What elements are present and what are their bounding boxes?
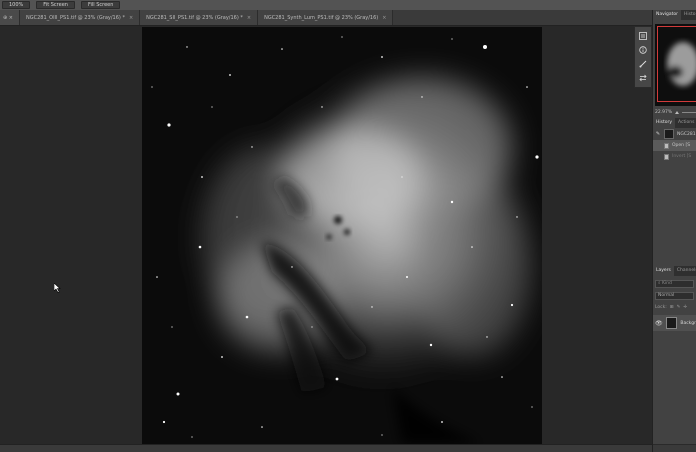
fill-screen-button[interactable]: Fill Screen	[80, 1, 121, 9]
zoom-level[interactable]: 22.97%	[655, 110, 672, 115]
lock-paint-icon[interactable]: ✎	[677, 305, 681, 310]
tab-navigator[interactable]: Navigator	[653, 10, 682, 20]
tab-label: NGC281_Synth_Lum_PS1.tif @ 23% (Gray/16)	[264, 14, 379, 21]
tab-ngc281-synth-lum[interactable]: NGC281_Synth_Lum_PS1.tif @ 23% (Gray/16)…	[258, 10, 394, 25]
zoom-slider[interactable]	[682, 111, 696, 113]
history-state-open[interactable]: Open [S	[653, 140, 696, 151]
close-icon[interactable]: ×	[382, 15, 386, 21]
navigator-thumbnail[interactable]	[655, 24, 696, 106]
info-icon[interactable]	[637, 45, 649, 55]
tab-actions[interactable]: Actions	[675, 118, 696, 128]
brush-settings-icon[interactable]	[637, 59, 649, 69]
tab-current-document[interactable]: ⊕ ×	[0, 10, 20, 25]
history-snapshot[interactable]: ✎ NGC281	[653, 128, 696, 140]
history-state-invert[interactable]: Invert [S	[653, 151, 696, 162]
document-image-nebula[interactable]	[142, 27, 542, 444]
lock-move-icon[interactable]: ✛	[683, 305, 687, 310]
canvas-area[interactable]	[0, 26, 652, 444]
photoshop-window: 100% Fit Screen Fill Screen ⊕ × NGC281_O…	[0, 0, 696, 452]
snapshot-thumbnail	[664, 129, 674, 139]
history-brush-icon[interactable]: ✎	[655, 131, 661, 137]
tab-ngc281-oiii[interactable]: NGC281_OIII_PS1.tif @ 23% (Gray/16) * ×	[20, 10, 141, 25]
navigator-zoom-row: 22.97%	[653, 106, 696, 118]
mouse-cursor-icon	[54, 283, 61, 293]
layer-filter-search[interactable]: ⌕ Kind	[655, 280, 694, 288]
tab-history[interactable]: History	[653, 118, 676, 128]
tab-label: NGC281_OIII_PS1.tif @ 23% (Gray/16) *	[26, 14, 125, 21]
right-panel-dock: Navigator Histo 22.97% History Actions ✎…	[652, 10, 696, 452]
close-icon[interactable]: ×	[247, 15, 251, 21]
navigator-view-box[interactable]	[657, 26, 696, 102]
layers-panel-tabs: Layers Channels	[653, 266, 696, 276]
blend-mode-select[interactable]: Normal	[655, 292, 694, 300]
snapshot-label: NGC281	[677, 131, 696, 137]
history-state-label: Invert [S	[672, 154, 692, 159]
navigator-panel-tabs: Navigator Histo	[653, 10, 696, 20]
nebula-image	[142, 27, 542, 444]
panel-footer	[653, 444, 696, 452]
layer-name: Backgr	[680, 320, 696, 326]
close-icon[interactable]: ×	[129, 15, 133, 21]
tab-histogram[interactable]: Histo	[681, 10, 696, 20]
properties-icon[interactable]	[637, 31, 649, 41]
options-bar: 100% Fit Screen Fill Screen	[0, 0, 696, 10]
layer-thumbnail	[665, 317, 678, 329]
document-tab-bar: ⊕ × NGC281_OIII_PS1.tif @ 23% (Gray/16) …	[0, 10, 652, 26]
lock-pixels-icon[interactable]: ⊞	[670, 305, 674, 310]
zoom-100-button[interactable]: 100%	[2, 1, 31, 9]
history-state-label: Open [S	[672, 143, 691, 148]
fit-screen-button[interactable]: Fit Screen	[36, 1, 75, 9]
history-panel-tabs: History Actions	[653, 118, 696, 128]
collapsed-panel-icons	[634, 26, 652, 88]
tab-label: NGC281_SII_PS1.tif @ 23% (Gray/16) *	[146, 14, 243, 21]
layer-row-background[interactable]: 👁 Backgr	[653, 315, 696, 331]
lock-label: Lock:	[655, 304, 667, 310]
visibility-eye-icon[interactable]: 👁	[655, 320, 663, 327]
status-bar	[0, 444, 652, 452]
tab-ngc281-sii[interactable]: NGC281_SII_PS1.tif @ 23% (Gray/16) * ×	[140, 10, 259, 25]
zoom-out-icon[interactable]	[675, 110, 680, 114]
tab-layers[interactable]: Layers	[653, 266, 674, 276]
document-icon	[664, 142, 669, 149]
document-icon	[664, 153, 669, 160]
swap-arrows-icon[interactable]	[637, 73, 649, 83]
tab-channels[interactable]: Channels	[674, 266, 696, 276]
tab-label: ⊕ ×	[3, 14, 13, 21]
lock-row: Lock: ⊞ ✎ ✛	[653, 302, 696, 312]
